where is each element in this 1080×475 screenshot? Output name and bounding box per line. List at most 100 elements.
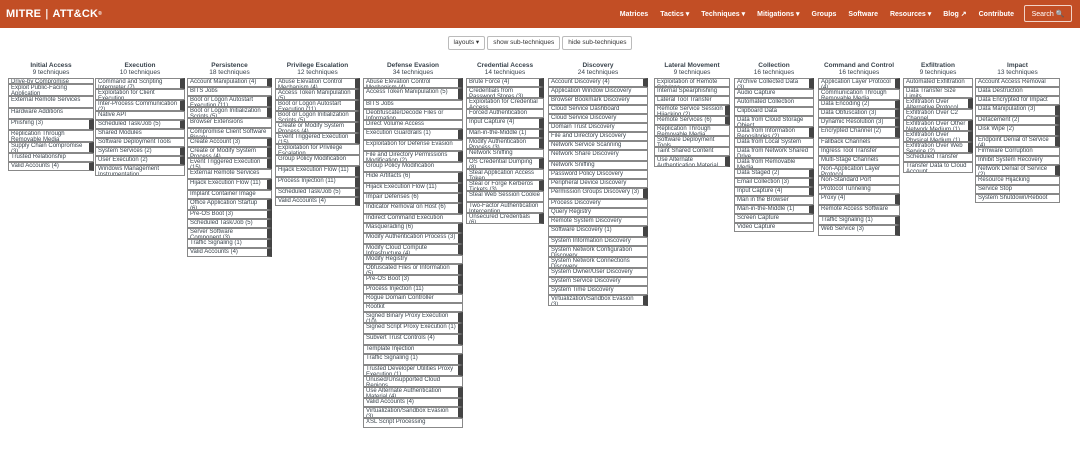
technique-cell[interactable]: Process Injection (11): [363, 285, 463, 294]
technique-label[interactable]: Network Share Discovery: [551, 151, 645, 157]
sub-technique-toggle-icon[interactable]: [458, 130, 463, 139]
technique-label[interactable]: Network Sniffing: [551, 162, 645, 168]
technique-label[interactable]: Automated Exfiltration: [906, 79, 970, 85]
sub-technique-toggle-icon[interactable]: [458, 79, 463, 87]
technique-label[interactable]: Data Encoding (2): [821, 101, 893, 107]
technique-cell[interactable]: Boot or Logon Autostart Execution (11): [275, 100, 360, 111]
technique-cell[interactable]: Command and Scripting Interpreter (7): [95, 78, 185, 89]
technique-label[interactable]: Data Destruction: [978, 88, 1057, 94]
technique-label[interactable]: User Execution (2): [98, 157, 178, 163]
technique-cell[interactable]: Taint Shared Content: [654, 147, 730, 156]
sub-technique-toggle-icon[interactable]: [968, 132, 973, 141]
technique-label[interactable]: Replication Through Removable Media: [657, 126, 727, 135]
sub-technique-toggle-icon[interactable]: [180, 101, 185, 110]
sub-technique-toggle-icon[interactable]: [355, 101, 360, 110]
technique-cell[interactable]: Trusted Relationship: [8, 153, 94, 162]
sub-technique-toggle-icon[interactable]: [458, 335, 463, 344]
technique-label[interactable]: Software Discovery (1): [551, 227, 641, 233]
sub-technique-toggle-icon[interactable]: [1055, 117, 1060, 124]
sub-technique-toggle-icon[interactable]: [180, 148, 185, 155]
technique-cell[interactable]: Modify Authentication Process (3): [466, 138, 544, 149]
technique-label[interactable]: Access Token Manipulation (5): [278, 90, 353, 99]
technique-label[interactable]: Domain Trust Discovery: [551, 124, 645, 130]
technique-label[interactable]: Ingress Tool Transfer: [821, 148, 897, 154]
technique-label[interactable]: Abuse Elevation Control Mechanism (4): [366, 79, 456, 87]
tactic-name[interactable]: Credential Access: [466, 62, 544, 69]
sub-technique-toggle-icon[interactable]: [968, 121, 973, 130]
technique-cell[interactable]: Pre-OS Boot (3): [363, 275, 463, 285]
technique-cell[interactable]: Resource Hijacking: [975, 176, 1060, 185]
sub-technique-toggle-icon[interactable]: [725, 117, 730, 124]
technique-cell[interactable]: Group Policy Modification: [275, 155, 360, 166]
technique-cell[interactable]: Remote Access Software: [818, 205, 900, 216]
technique-cell[interactable]: System Service Discovery: [548, 277, 648, 286]
technique-label[interactable]: Boot or Logon Initialization Scripts (5): [190, 108, 265, 117]
sub-technique-toggle-icon[interactable]: [539, 79, 544, 86]
sub-technique-toggle-icon[interactable]: [458, 173, 463, 182]
tactic-name[interactable]: Defense Evasion: [363, 62, 463, 69]
technique-label[interactable]: Account Manipulation (4): [190, 79, 265, 85]
technique-cell[interactable]: XSL Script Processing: [363, 418, 463, 428]
technique-label[interactable]: Phishing (3): [11, 120, 87, 126]
technique-label[interactable]: Network Denial of Service (2): [978, 166, 1053, 175]
technique-cell[interactable]: Endpoint Denial of Service (4): [975, 136, 1060, 147]
sub-technique-toggle-icon[interactable]: [458, 204, 463, 213]
sub-technique-toggle-icon[interactable]: [458, 224, 463, 232]
technique-label[interactable]: Endpoint Denial of Service (4): [978, 137, 1053, 146]
technique-label[interactable]: Cloud Service Discovery: [551, 115, 645, 121]
sub-technique-toggle-icon[interactable]: [725, 106, 730, 115]
sub-technique-toggle-icon[interactable]: [809, 170, 814, 177]
technique-label[interactable]: System Owner/User Discovery: [551, 269, 645, 275]
technique-cell[interactable]: Hijack Execution Flow (11): [187, 179, 272, 190]
technique-label[interactable]: Inter-Process Communication (2): [98, 101, 178, 110]
technique-label[interactable]: Hide Artifacts (6): [366, 173, 456, 179]
technique-cell[interactable]: Network Sniffing: [466, 149, 544, 158]
sub-technique-toggle-icon[interactable]: [267, 159, 272, 168]
technique-cell[interactable]: Unused/Unsupported Cloud Regions: [363, 376, 463, 387]
sub-technique-toggle-icon[interactable]: [267, 249, 272, 256]
technique-cell[interactable]: System Owner/User Discovery: [548, 268, 648, 277]
sub-technique-toggle-icon[interactable]: [458, 245, 463, 254]
technique-cell[interactable]: Non-Standard Port: [818, 176, 900, 185]
sub-technique-toggle-icon[interactable]: [895, 101, 900, 108]
technique-label[interactable]: Exploitation of Remote Services: [657, 79, 727, 86]
sub-technique-toggle-icon[interactable]: [968, 143, 973, 152]
tactic-header[interactable]: Privilege Escalation 12 techniques: [275, 62, 360, 78]
nav-matrices[interactable]: Matrices: [620, 11, 648, 18]
technique-cell[interactable]: Abuse Elevation Control Mechanism (4): [363, 78, 463, 88]
technique-cell[interactable]: Software Deployment Tools: [654, 136, 730, 147]
technique-cell[interactable]: Abuse Elevation Control Mechanism (4): [275, 78, 360, 89]
technique-label[interactable]: Browser Bookmark Discovery: [551, 97, 645, 103]
nav-resources[interactable]: Resources ▾: [890, 10, 931, 18]
technique-cell[interactable]: Use Alternate Authentication Material (4…: [654, 156, 730, 167]
technique-label[interactable]: Native API: [98, 112, 182, 118]
technique-cell[interactable]: Masquerading (6): [363, 223, 463, 233]
technique-cell[interactable]: Multi-Stage Channels: [818, 156, 900, 165]
sub-technique-toggle-icon[interactable]: [89, 120, 94, 129]
technique-cell[interactable]: Network Service Scanning: [548, 141, 648, 150]
technique-cell[interactable]: Automated Collection: [734, 98, 814, 107]
technique-label[interactable]: Use Alternate Authentication Material (4…: [366, 388, 456, 397]
technique-label[interactable]: Multi-Stage Channels: [821, 157, 897, 163]
technique-cell[interactable]: Exploitation for Client Execution: [95, 89, 185, 100]
technique-cell[interactable]: Rogue Domain Controller: [363, 294, 463, 303]
technique-label[interactable]: Valid Accounts (4): [366, 399, 456, 405]
sub-technique-toggle-icon[interactable]: [539, 139, 544, 148]
technique-cell[interactable]: Data from Information Repositories (2): [734, 127, 814, 138]
technique-cell[interactable]: Create Account (3): [187, 138, 272, 147]
technique-cell[interactable]: Exfiltration Over C2 Channel: [903, 109, 973, 120]
sub-technique-toggle-icon[interactable]: [725, 157, 730, 166]
technique-cell[interactable]: Supply Chain Compromise (3): [8, 142, 94, 153]
technique-cell[interactable]: Disk Wipe (2): [975, 125, 1060, 136]
technique-label[interactable]: Traffic Signaling (1): [366, 355, 456, 361]
technique-cell[interactable]: Virtualization/Sandbox Evasion (3): [548, 295, 648, 306]
technique-label[interactable]: Create or Modify System Process (4): [190, 148, 265, 157]
technique-label[interactable]: Audio Capture: [737, 90, 811, 96]
tactic-name[interactable]: Impact: [975, 62, 1060, 69]
technique-cell[interactable]: Event Triggered Execution (15): [187, 158, 272, 169]
technique-label[interactable]: Taint Shared Content: [657, 148, 727, 154]
sub-technique-toggle-icon[interactable]: [458, 194, 463, 202]
technique-cell[interactable]: Process Injection (11): [275, 177, 360, 188]
mitre-attack-logo[interactable]: MITRE | ATT&CK ®: [0, 8, 102, 20]
technique-label[interactable]: Process Injection (11): [278, 178, 353, 184]
